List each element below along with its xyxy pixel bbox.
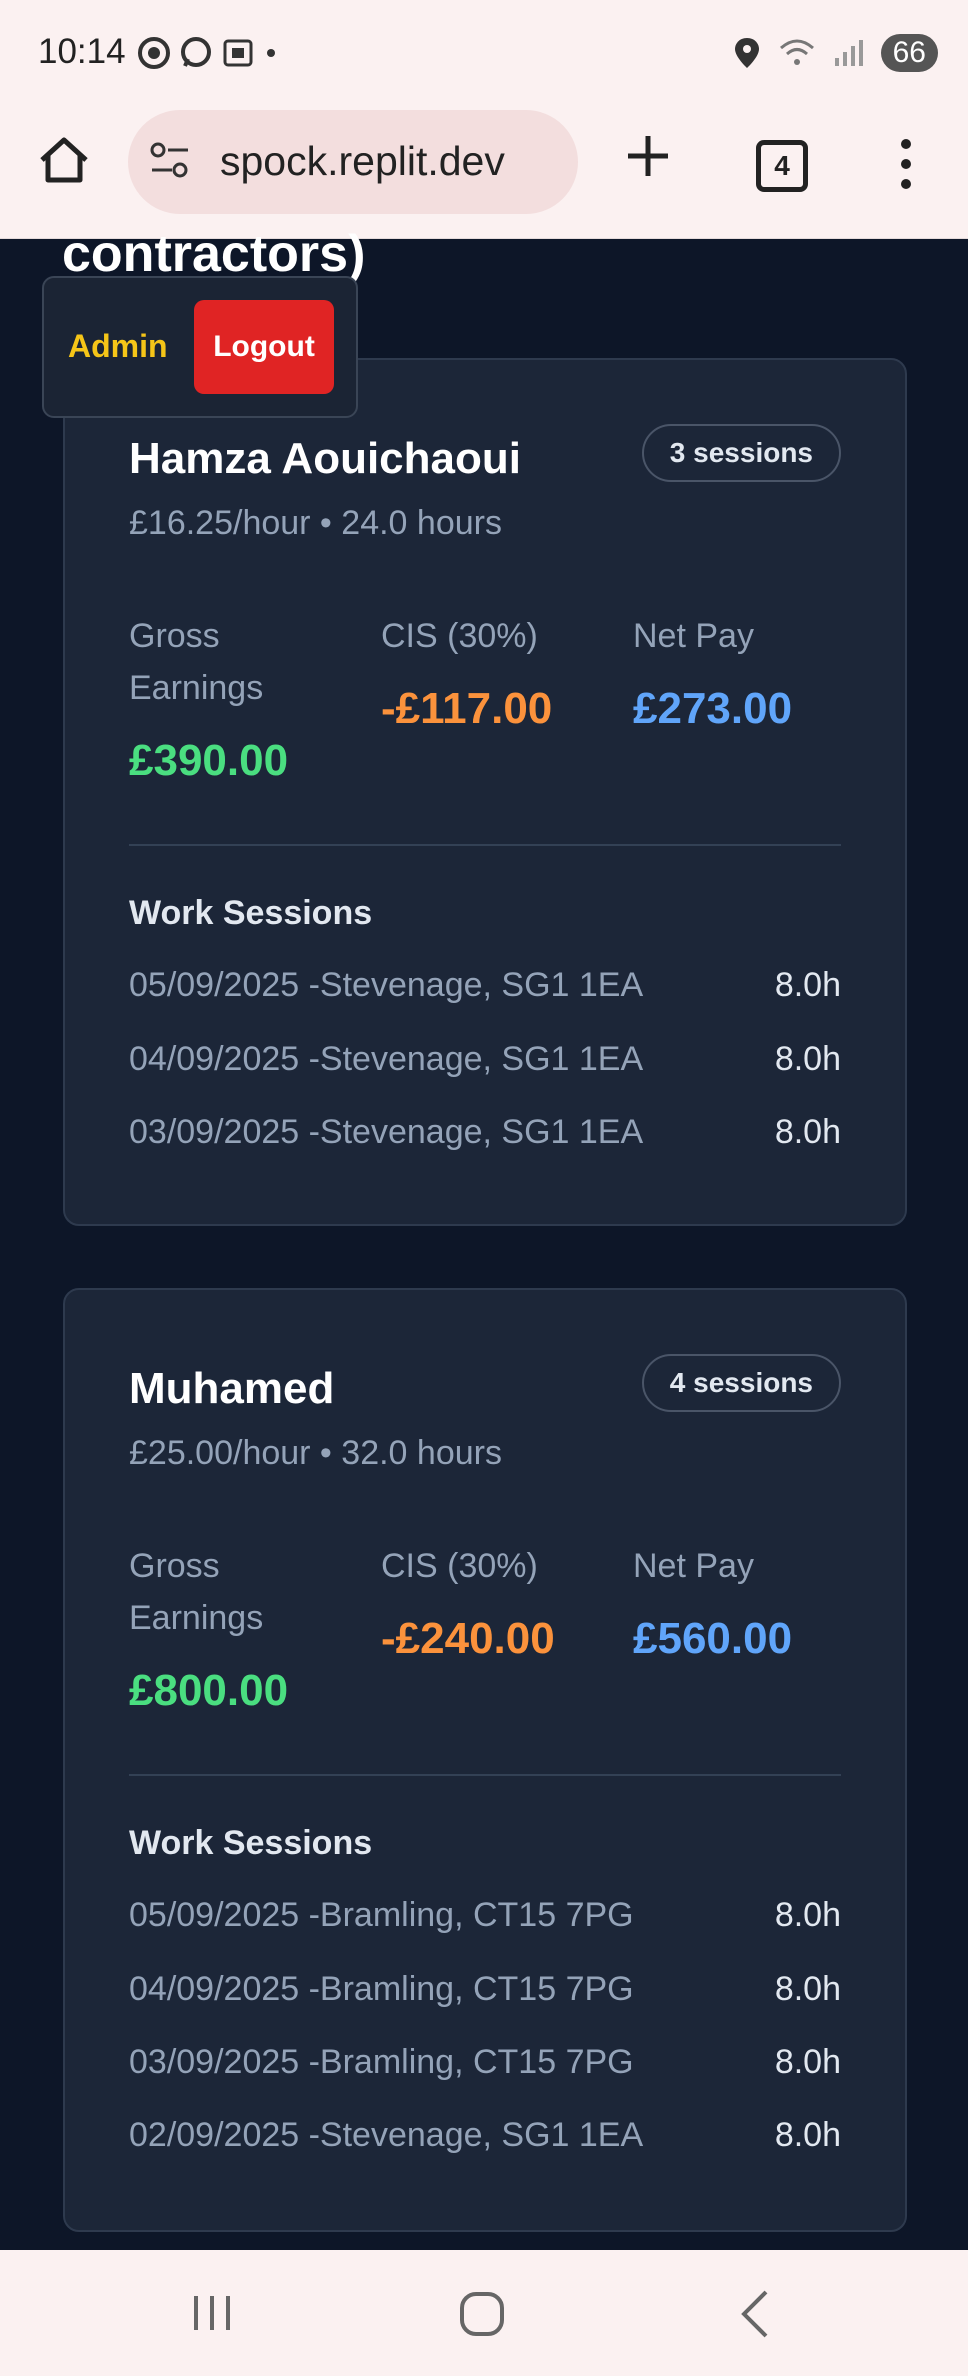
- contractor-card: Muhamed 4 sessions £25.00/hour • 32.0 ho…: [63, 1288, 907, 2232]
- session-hours: 8.0h: [774, 1970, 841, 2008]
- session-hours: 8.0h: [774, 966, 841, 1004]
- work-sessions-title: Work Sessions: [129, 894, 373, 932]
- session-description: 04/09/2025 -Stevenage, SG1 1EA: [129, 1040, 644, 1078]
- session-row: 03/09/2025 -Bramling, CT15 7PG 8.0h: [129, 2043, 841, 2093]
- user-menu: Admin Logout: [42, 276, 358, 418]
- session-row: 05/09/2025 -Stevenage, SG1 1EA 8.0h: [129, 966, 841, 1016]
- cis-deduction: -£240.00: [381, 1614, 555, 1663]
- session-row: 03/09/2025 -Stevenage, SG1 1EA 8.0h: [129, 1113, 841, 1163]
- session-hours: 8.0h: [774, 1040, 841, 1078]
- session-description: 03/09/2025 -Bramling, CT15 7PG: [129, 2043, 634, 2081]
- rate-hours: £25.00/hour • 32.0 hours: [129, 1434, 502, 1472]
- battery-indicator: 66: [880, 34, 938, 72]
- session-description: 04/09/2025 -Bramling, CT15 7PG: [129, 1970, 634, 2008]
- net-pay: £273.00: [633, 684, 793, 733]
- session-hours: 8.0h: [774, 1896, 841, 1934]
- recent-apps-icon[interactable]: [190, 2292, 236, 2334]
- contractor-card: Hamza Aouichaoui 3 sessions £16.25/hour …: [63, 358, 907, 1226]
- tab-switcher-button[interactable]: 4: [756, 140, 808, 192]
- contractor-name: Muhamed: [129, 1364, 335, 1413]
- status-bar: 10:14 66: [0, 0, 968, 110]
- page-heading: contractors): [62, 225, 366, 283]
- sessions-badge: 4 sessions: [641, 1354, 841, 1412]
- status-time: 10:14: [38, 32, 126, 71]
- gross-earnings: £800.00: [129, 1666, 289, 1715]
- net-pay-label: Net Pay: [633, 617, 754, 655]
- new-tab-plus-icon[interactable]: [620, 128, 676, 184]
- gross-label: Gross: [129, 617, 220, 655]
- url-text: spock.replit.dev: [220, 138, 505, 184]
- session-hours: 8.0h: [774, 2116, 841, 2154]
- cis-label: CIS (30%): [381, 1547, 538, 1585]
- site-settings-icon[interactable]: [148, 140, 192, 180]
- session-description: 03/09/2025 -Stevenage, SG1 1EA: [129, 1113, 644, 1151]
- address-bar[interactable]: spock.replit.dev: [128, 110, 578, 214]
- rate-hours: £16.25/hour • 24.0 hours: [129, 504, 502, 542]
- logout-button[interactable]: Logout: [194, 300, 334, 394]
- net-pay-label: Net Pay: [633, 1547, 754, 1585]
- notification-icons: [137, 36, 279, 70]
- session-hours: 8.0h: [774, 1113, 841, 1151]
- net-pay: £560.00: [633, 1614, 793, 1663]
- work-sessions-title: Work Sessions: [129, 1824, 373, 1862]
- divider: [129, 844, 841, 846]
- contractor-name: Hamza Aouichaoui: [129, 434, 521, 483]
- system-navigation-bar: [0, 2250, 968, 2376]
- whatsapp-icon: [181, 37, 211, 67]
- browser-toolbar: spock.replit.dev 4: [0, 110, 968, 239]
- system-icons: 66: [733, 34, 938, 72]
- gross-earnings: £390.00: [129, 736, 289, 785]
- session-description: 02/09/2025 -Stevenage, SG1 1EA: [129, 2116, 644, 2154]
- cis-deduction: -£117.00: [381, 684, 553, 733]
- wifi-icon: [779, 39, 814, 65]
- divider: [129, 1774, 841, 1776]
- session-row: 05/09/2025 -Bramling, CT15 7PG 8.0h: [129, 1896, 841, 1946]
- location-icon: [734, 38, 759, 68]
- signal-icon: [834, 40, 863, 66]
- sessions-badge: 3 sessions: [641, 424, 841, 482]
- cis-label: CIS (30%): [381, 617, 538, 655]
- gross-label-line-2: Earnings: [129, 669, 264, 707]
- chrome-notification-icon: [138, 37, 170, 69]
- session-row: 02/09/2025 -Stevenage, SG1 1EA 8.0h: [129, 2116, 841, 2166]
- home-icon[interactable]: [36, 132, 92, 188]
- more-options-icon[interactable]: [896, 138, 916, 190]
- admin-link[interactable]: Admin: [68, 328, 168, 365]
- screenshot-icon: [223, 39, 253, 67]
- session-hours: 8.0h: [774, 2043, 841, 2081]
- back-icon[interactable]: [736, 2288, 772, 2340]
- more-notifications-dot-icon: [267, 49, 275, 57]
- gross-label: Gross: [129, 1547, 220, 1585]
- session-row: 04/09/2025 -Stevenage, SG1 1EA 8.0h: [129, 1040, 841, 1090]
- session-row: 04/09/2025 -Bramling, CT15 7PG 8.0h: [129, 1970, 841, 2020]
- session-description: 05/09/2025 -Bramling, CT15 7PG: [129, 1896, 634, 1934]
- session-description: 05/09/2025 -Stevenage, SG1 1EA: [129, 966, 644, 1004]
- home-nav-icon[interactable]: [458, 2290, 506, 2338]
- gross-label-line-2: Earnings: [129, 1599, 264, 1637]
